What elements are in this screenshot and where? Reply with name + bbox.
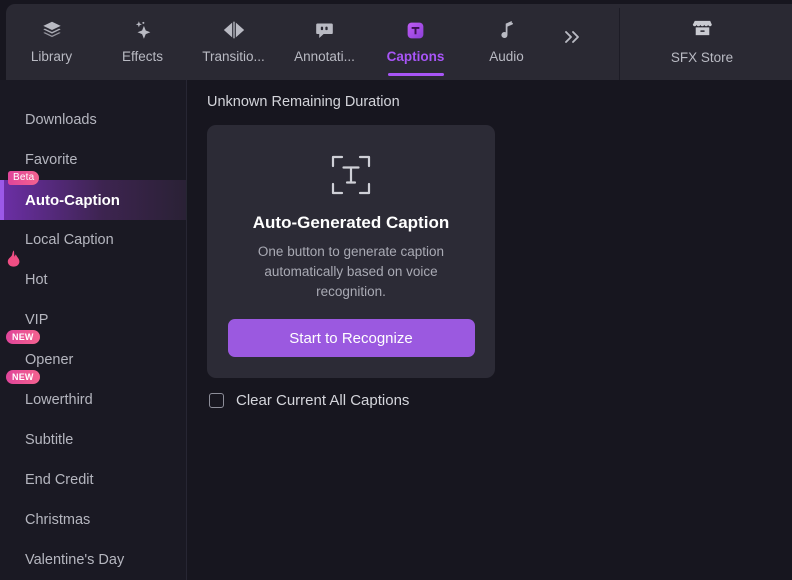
flame-icon	[7, 250, 20, 272]
sidebar-item-label: End Credit	[25, 472, 94, 488]
sidebar-item-label: Local Caption	[25, 232, 114, 248]
tab-annotations[interactable]: Annotati...	[279, 4, 370, 80]
start-to-recognize-button[interactable]: Start to Recognize	[227, 319, 475, 357]
sparkle-icon	[132, 17, 154, 43]
storefront-icon	[691, 17, 714, 44]
sidebar-item-label: Downloads	[25, 112, 97, 128]
auto-caption-card: Auto-Generated Caption One button to gen…	[207, 125, 495, 378]
new-badge: NEW	[6, 330, 40, 344]
music-note-icon	[497, 17, 517, 43]
main-panel: Unknown Remaining Duration Auto-Generate…	[187, 80, 792, 580]
new-badge: NEW	[6, 370, 40, 384]
clear-captions-label: Clear Current All Captions	[236, 392, 410, 409]
toolbar-tabstrip: Library Effects Transitio... Annotati...…	[6, 4, 620, 80]
sidebar-item-label: VIP	[25, 312, 49, 328]
remaining-duration-label: Unknown Remaining Duration	[207, 94, 400, 110]
tab-library-label: Library	[30, 49, 73, 64]
speech-bubble-icon	[314, 17, 335, 43]
sidebar-item-local-caption[interactable]: Local Caption	[0, 220, 186, 260]
card-title: Auto-Generated Caption	[252, 213, 450, 232]
sidebar-item-label: Valentine's Day	[25, 552, 125, 568]
sidebar-item-label: Lowerthird	[25, 392, 93, 408]
layers-icon	[41, 17, 63, 43]
tab-audio[interactable]: Audio	[461, 4, 552, 80]
sidebar-item-label: Favorite	[25, 152, 78, 168]
tab-captions[interactable]: Captions	[370, 4, 461, 80]
sidebar-item-end-credit[interactable]: End Credit	[0, 460, 186, 500]
toolbar-vertical-divider	[619, 8, 620, 80]
tab-effects[interactable]: Effects	[97, 4, 188, 80]
sidebar-item-lowerthird[interactable]: NEW Lowerthird	[0, 370, 186, 420]
sidebar-item-christmas[interactable]: Christmas	[0, 500, 186, 540]
beta-badge: Beta	[8, 171, 40, 185]
tab-transitions-label: Transitio...	[202, 49, 265, 64]
tab-sfx-store[interactable]: SFX Store	[613, 4, 791, 80]
sidebar-item-label: Opener	[25, 352, 74, 368]
sidebar-item-hot[interactable]: Hot	[0, 250, 186, 300]
chevron-double-right-icon	[563, 28, 583, 51]
sidebar-item-label: Auto-Caption	[25, 191, 120, 209]
tab-library[interactable]: Library	[6, 4, 97, 80]
tab-audio-label: Audio	[489, 49, 524, 64]
sidebar-item-valentines-day[interactable]: Valentine's Day	[0, 540, 186, 580]
app-window: Library Effects Transitio... Annotati...…	[0, 0, 792, 580]
sidebar-active-indicator	[0, 180, 4, 220]
sidebar-item-label: Subtitle	[25, 432, 74, 448]
tab-annotations-label: Annotati...	[294, 49, 355, 64]
top-toolbar: Library Effects Transitio... Annotati...…	[6, 4, 792, 80]
tab-effects-label: Effects	[121, 49, 164, 64]
captions-t-icon	[405, 17, 426, 43]
text-recognition-icon	[329, 153, 373, 197]
toolbar-overflow-button[interactable]	[552, 4, 594, 80]
tab-sfx-store-label: SFX Store	[670, 50, 734, 65]
sidebar-item-auto-caption[interactable]: Beta Auto-Caption	[0, 171, 186, 220]
clear-captions-row[interactable]: Clear Current All Captions	[209, 392, 409, 409]
tab-transitions[interactable]: Transitio...	[188, 4, 279, 80]
transition-icon	[222, 17, 246, 43]
sidebar-item-label: Hot	[25, 272, 48, 288]
card-description: One button to generate caption automatic…	[257, 244, 445, 299]
clear-captions-checkbox[interactable]	[209, 393, 224, 408]
sidebar-item-subtitle[interactable]: Subtitle	[0, 420, 186, 460]
sidebar-item-downloads[interactable]: Downloads	[0, 100, 186, 140]
tab-active-underline	[387, 73, 444, 76]
sidebar-item-label: Christmas	[25, 512, 91, 528]
tab-captions-label: Captions	[386, 49, 445, 64]
category-sidebar[interactable]: Downloads Favorite Beta Auto-Caption Loc…	[0, 80, 186, 580]
